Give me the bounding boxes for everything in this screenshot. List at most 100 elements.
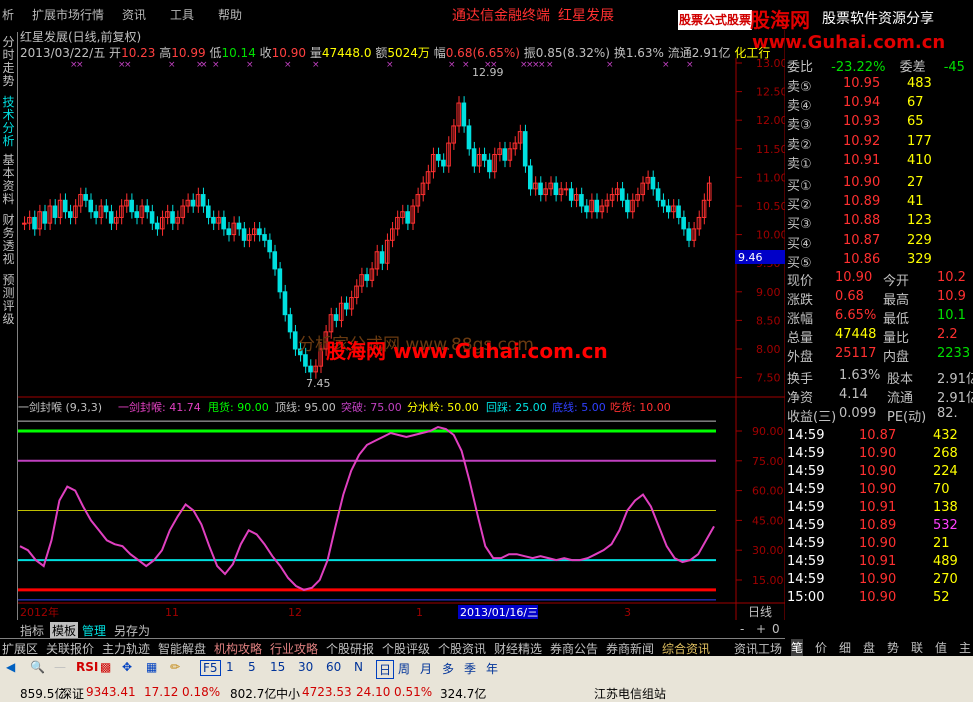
zoom-in-button[interactable]: + (756, 622, 766, 636)
price-axis-label: 7.50 (756, 372, 781, 385)
section-tab-10[interactable]: 券商公告 (550, 640, 598, 657)
period-button-10[interactable]: 季 (464, 660, 476, 677)
tick-row-cell: 14:59 (787, 446, 825, 461)
period-button-4[interactable]: 60 (326, 660, 341, 674)
time-axis-12: 12 (288, 606, 302, 619)
section-tab-11[interactable]: 券商新闻 (606, 640, 654, 657)
signal-marker: × (124, 60, 132, 70)
quote-stat-cell: 10.90 (835, 270, 873, 285)
quote-tab-7[interactable]: 主 (959, 639, 971, 656)
candle-body (68, 211, 73, 218)
kline-chart[interactable]: 13.0012.5012.0011.5011.0010.5010.009.509… (0, 0, 785, 622)
sell-level-cell: 10.91 (843, 152, 881, 168)
time-axis-1: 1 (416, 606, 423, 619)
period-button-9[interactable]: 多 (442, 660, 454, 677)
quote-tab-1[interactable]: 价 (815, 639, 827, 656)
candle-body (553, 182, 559, 196)
period-button-11[interactable]: 年 (486, 660, 498, 677)
indicator-pullback: 回踩: 25.00 (486, 401, 547, 414)
tab-indicator[interactable]: 指标 (20, 622, 44, 639)
section-tab-1[interactable]: 关联报价 (46, 640, 94, 657)
status-percent: 0.18% (182, 685, 221, 699)
period-button-3[interactable]: 30 (298, 660, 313, 674)
status-bar: 859.5亿 深证 9343.41 17.12 0.18% 802.7亿 中小 … (0, 682, 973, 702)
quote-tab-3[interactable]: 盘 (863, 639, 875, 656)
status-change2: 24.10 (356, 685, 391, 699)
period-button-5[interactable]: N (354, 660, 363, 674)
section-tab-0[interactable]: 扩展区 (2, 640, 38, 657)
tick-row-cell: 70 (933, 482, 950, 497)
period-button-6[interactable]: 日 (376, 660, 395, 679)
quote-stat2-cell: 4.14 (839, 387, 868, 402)
tick-row-cell: 532 (933, 518, 958, 533)
candle-body (221, 216, 226, 230)
quote-stat2-cell: 股本 (887, 372, 914, 387)
section-tab-9[interactable]: 财经精选 (494, 640, 542, 657)
quote-stat-cell: 47448 (835, 327, 877, 342)
section-tab-8[interactable]: 个股资讯 (438, 640, 486, 657)
pencil-icon[interactable]: ✏ (170, 660, 180, 674)
period-button-2[interactable]: 15 (270, 660, 285, 674)
quote-stat2-cell: 2.91亿 (937, 391, 973, 406)
section-tab-5[interactable]: 行业攻略 (270, 640, 318, 657)
brand-slogan: 股票软件资源分享 (822, 11, 934, 27)
tab-template[interactable]: 模板 (50, 622, 79, 639)
quote-stat-cell: 25117 (835, 346, 877, 361)
period-button-8[interactable]: 月 (420, 660, 432, 677)
tab-save-as[interactable]: 另存为 (114, 622, 150, 639)
candle-body (487, 159, 492, 173)
candle-body (103, 205, 109, 213)
move-icon[interactable]: ✥ (122, 660, 132, 674)
section-tab-4[interactable]: 机构攻略 (214, 640, 262, 657)
section-tab-12[interactable]: 综合资讯 (662, 640, 710, 657)
candle-body (190, 199, 196, 207)
pointer-icon[interactable]: ◀ (6, 660, 15, 674)
price-axis-label: 10.50 (756, 200, 785, 213)
candle-body (257, 228, 262, 236)
chart-icon[interactable]: ▩ (100, 660, 111, 674)
quote-tab-2[interactable]: 细 (839, 639, 851, 656)
period-button-1[interactable]: 5 (248, 660, 256, 674)
period-button-0[interactable]: 1 (226, 660, 234, 674)
sell-level-cell: 卖④ (787, 99, 812, 115)
tick-row-cell: 10.90 (859, 536, 897, 551)
quote-stat-cell: 涨幅 (787, 312, 814, 327)
quote-tab-0[interactable]: 笔 (791, 639, 804, 656)
section-tab-2[interactable]: 主力轨迹 (102, 640, 150, 657)
minus-icon[interactable]: — (54, 660, 66, 674)
status-percent2: 0.51% (394, 685, 433, 699)
sell-level-cell: 410 (907, 152, 932, 168)
tab-manage[interactable]: 管理 (82, 622, 106, 639)
buy-level-cell: 27 (907, 175, 924, 190)
quote-tab-5[interactable]: 联 (911, 639, 923, 656)
rsi-button[interactable]: RSI (76, 660, 98, 674)
sell-level-cell: 10.93 (843, 114, 881, 130)
period-label[interactable]: 日线 (748, 605, 772, 619)
section-tab-7[interactable]: 个股评级 (382, 640, 430, 657)
grid-icon[interactable]: ▦ (146, 660, 157, 674)
quote-tab-4[interactable]: 势 (887, 639, 899, 656)
order-diff-label: 委差 (899, 60, 926, 75)
price-cursor-label: 9.46 (738, 251, 763, 264)
candle-body (441, 159, 446, 167)
f5-button[interactable]: F5 (200, 660, 221, 676)
zoom-icon[interactable]: 🔍 (30, 660, 45, 674)
signal-marker: × (312, 60, 320, 70)
tick-row-cell: 268 (933, 446, 958, 461)
quote-stat-cell: 外盘 (787, 350, 814, 365)
signal-marker: × (386, 60, 394, 70)
candle-body (584, 205, 589, 213)
candle-body (594, 199, 600, 213)
section-tab-6[interactable]: 个股研报 (326, 640, 374, 657)
zoom-out-button[interactable]: - (740, 622, 744, 636)
info-section-bar: 扩展区 关联报价 主力轨迹 智能解盘 机构攻略 行业攻略 个股研报 个股评级 个股资讯 财经精选券… (0, 638, 785, 656)
period-button-7[interactable]: 周 (398, 660, 410, 677)
indicator-dump: 甩货: 90.00 (208, 400, 269, 414)
status-index-label: 深证 (60, 687, 85, 701)
ind-axis-label: 90.00 (752, 425, 784, 438)
section-tab-3[interactable]: 智能解盘 (158, 640, 206, 657)
quote-tab-6[interactable]: 值 (935, 639, 947, 656)
buy-level-cell: 329 (907, 251, 932, 267)
section-tab-13[interactable]: 资讯工场 (734, 640, 782, 657)
reset-button[interactable]: 0 (772, 622, 780, 636)
